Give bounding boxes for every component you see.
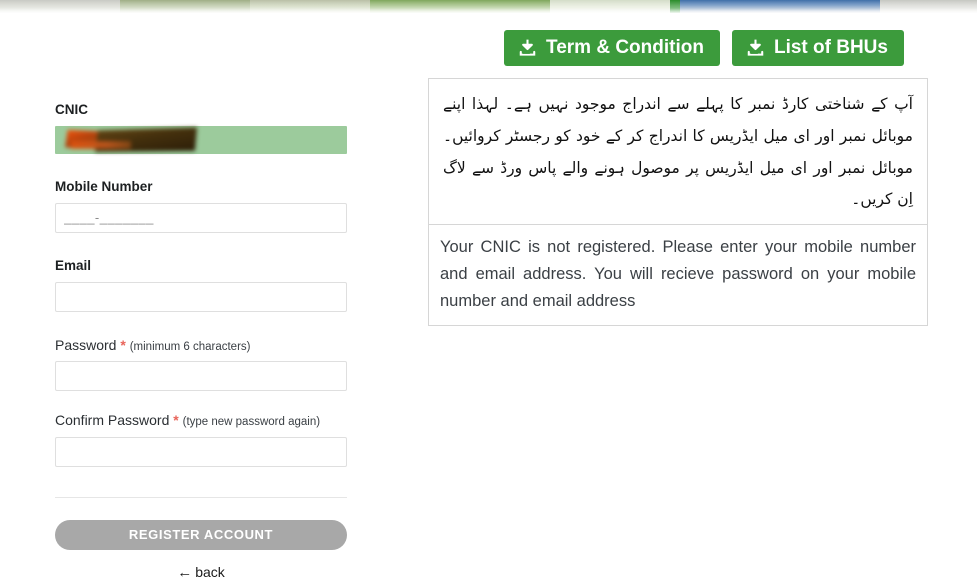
registration-form: CNIC Mobile Number Email Password * (min…	[55, 102, 347, 582]
right-panel: Term & Condition List of BHUs آپ کے شناخ…	[428, 30, 928, 327]
password-input[interactable]	[55, 361, 347, 392]
header-banner-strip	[0, 0, 977, 13]
list-of-bhus-button[interactable]: List of BHUs	[731, 30, 904, 66]
english-message-text: Your CNIC is not registered. Please ente…	[440, 238, 916, 310]
back-link-row: ← back	[55, 564, 347, 582]
back-link[interactable]: ← back	[177, 564, 225, 581]
term-and-condition-button[interactable]: Term & Condition	[504, 30, 720, 66]
back-arrow-icon: ←	[177, 563, 193, 581]
cnic-field-wrapper	[55, 125, 347, 154]
urdu-message-text: آپ کے شناختی کارڈ نمبر کا پہلے سے اندراج…	[429, 79, 927, 226]
download-button-row: Term & Condition List of BHUs	[504, 30, 928, 66]
password-hint: (minimum 6 characters)	[129, 340, 251, 353]
confirm-password-input[interactable]	[55, 436, 347, 467]
register-account-button[interactable]: REGISTER ACCOUNT	[55, 519, 347, 550]
password-required-asterisk: *	[120, 336, 126, 353]
banner-fade-overlay	[0, 0, 977, 13]
term-and-condition-label: Term & Condition	[546, 37, 704, 58]
cnic-label: CNIC	[55, 102, 88, 117]
list-of-bhus-label: List of BHUs	[773, 37, 888, 58]
confirm-password-label: Confirm Password * (type new password ag…	[55, 412, 347, 429]
email-label: Email	[55, 257, 92, 273]
back-link-label: back	[195, 563, 225, 580]
confirm-password-hint: (type new password again)	[182, 416, 321, 429]
confirm-password-required-asterisk: *	[173, 412, 179, 429]
download-icon	[519, 39, 536, 56]
notification-panel: آپ کے شناختی کارڈ نمبر کا پہلے سے اندراج…	[428, 78, 928, 327]
confirm-password-label-text: Confirm Password	[55, 412, 170, 429]
password-label-text: Password	[55, 336, 117, 353]
email-input[interactable]	[55, 281, 347, 312]
mobile-number-label: Mobile Number	[55, 178, 153, 194]
password-label: Password * (minimum 6 characters)	[55, 336, 347, 354]
cnic-redaction-overlay	[65, 127, 197, 153]
download-icon	[747, 39, 764, 56]
form-divider	[55, 496, 347, 498]
mobile-number-input[interactable]	[55, 202, 347, 233]
